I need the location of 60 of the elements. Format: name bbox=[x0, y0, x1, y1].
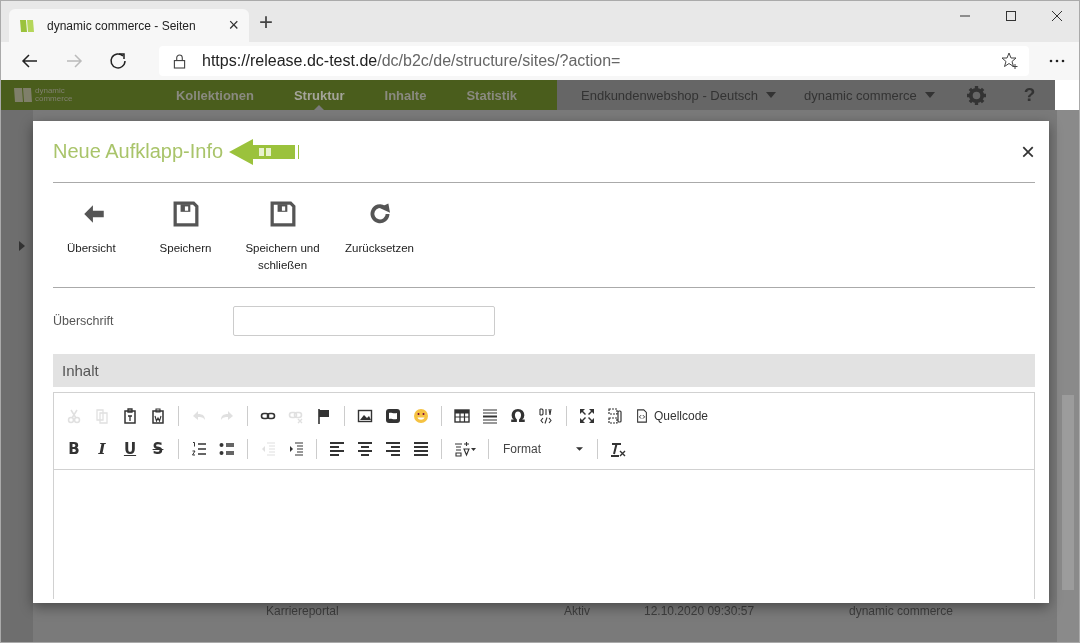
code-block-icon[interactable] bbox=[538, 407, 554, 424]
toolbar-button[interactable]: Zurücksetzen bbox=[331, 183, 428, 287]
scrollbar[interactable] bbox=[1057, 110, 1079, 642]
field-label: Überschrift bbox=[53, 314, 115, 328]
toolbar-button[interactable]: Speichern und schließen bbox=[234, 183, 331, 287]
maximize-icon[interactable] bbox=[579, 407, 595, 424]
close-button[interactable]: × bbox=[1021, 137, 1035, 166]
table-icon[interactable] bbox=[454, 407, 470, 424]
bullet-list-icon[interactable] bbox=[219, 440, 235, 457]
toolbar-button[interactable]: Übersicht bbox=[67, 183, 137, 287]
align-right-icon[interactable] bbox=[385, 440, 401, 457]
tab-title: dynamic commerce - Seiten bbox=[47, 18, 197, 33]
table-cell: dynamic commerce bbox=[849, 604, 954, 618]
clipboard-icon[interactable] bbox=[122, 407, 138, 424]
format-button[interactable]: S bbox=[150, 439, 166, 458]
expand-arrow-icon[interactable] bbox=[19, 241, 25, 251]
horizontal-lines-icon[interactable] bbox=[482, 407, 498, 424]
url-text: https://release.dc-test.de/dc/b2c/de/structure/sites/?action= bbox=[202, 52, 622, 70]
star-plus-icon[interactable] bbox=[1001, 52, 1019, 70]
maximize-icon[interactable] bbox=[1005, 10, 1017, 22]
format-button[interactable]: I bbox=[94, 439, 110, 458]
flag-icon[interactable] bbox=[316, 407, 332, 424]
address-bar[interactable]: https://release.dc-test.de/dc/b2c/de/structure/sites/?action= bbox=[159, 46, 1029, 76]
numbered-list-icon[interactable] bbox=[191, 440, 207, 457]
clear-formatting-icon[interactable] bbox=[610, 440, 626, 457]
section-header: Inhalt bbox=[53, 354, 1035, 387]
reload-icon[interactable] bbox=[109, 52, 127, 70]
format-button[interactable]: B bbox=[66, 439, 82, 458]
caret-icon bbox=[924, 92, 935, 98]
caret-icon bbox=[576, 446, 583, 451]
show-blocks-icon[interactable] bbox=[607, 407, 623, 424]
table-cell-text: 12.10.2020 09:30:57 bbox=[644, 604, 756, 618]
align-left-icon[interactable] bbox=[329, 440, 345, 457]
indent-icon[interactable] bbox=[288, 440, 304, 457]
caret-icon bbox=[766, 92, 777, 98]
logo-icon bbox=[19, 17, 35, 34]
justify-icon[interactable] bbox=[413, 440, 429, 457]
align-center-icon[interactable] bbox=[357, 440, 373, 457]
new-tab-button[interactable]: + bbox=[259, 8, 273, 36]
format-dropdown[interactable]: Format bbox=[501, 441, 585, 456]
format-button[interactable]: U bbox=[122, 439, 138, 458]
input-field[interactable] bbox=[233, 306, 495, 336]
lock-icon bbox=[173, 53, 186, 69]
logo-text: dynamic commerce bbox=[35, 87, 73, 103]
smiley-icon[interactable] bbox=[413, 407, 429, 424]
logo-icon bbox=[13, 86, 33, 104]
browser-tab[interactable]: dynamic commerce - Seiten × bbox=[9, 9, 249, 42]
clipboard-icon[interactable] bbox=[150, 407, 166, 424]
frame-icon[interactable] bbox=[385, 407, 401, 424]
source-code-icon bbox=[635, 408, 649, 423]
image-icon[interactable] bbox=[357, 407, 373, 424]
close-icon[interactable] bbox=[1051, 10, 1063, 22]
dialog-title: Neue Aufklapp-Info bbox=[53, 140, 224, 163]
more-options-icon[interactable] bbox=[1049, 59, 1065, 63]
table-cell-text: Karriereportal bbox=[266, 604, 340, 618]
format-button[interactable]: Ω bbox=[510, 405, 526, 426]
close-tab-button[interactable]: × bbox=[228, 15, 239, 36]
toolbar-button[interactable]: Speichern bbox=[137, 183, 234, 287]
source-button[interactable]: Quellcode bbox=[635, 408, 709, 423]
back-arrow-icon[interactable] bbox=[21, 52, 39, 70]
